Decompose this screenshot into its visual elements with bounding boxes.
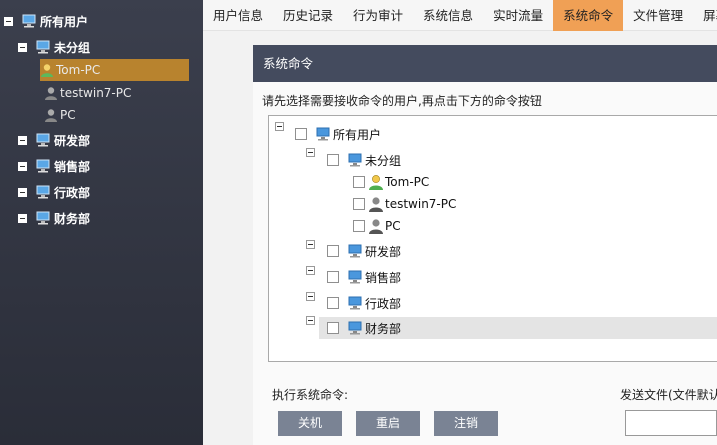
checkbox[interactable] xyxy=(327,297,339,309)
computer-icon xyxy=(316,127,330,141)
computer-icon xyxy=(348,296,362,310)
sidebar-group-sales[interactable]: 销售部 xyxy=(18,155,90,177)
tree-node-group[interactable]: 行政部 xyxy=(327,292,401,314)
tab-behavior-audit[interactable]: 行为审计 xyxy=(343,0,413,31)
checkbox[interactable] xyxy=(327,322,339,334)
send-file-label: 发送文件(文件默认 xyxy=(620,388,717,402)
main-content: 系统命令 请先选择需要接收命令的用户,再点击下方的命令按钮 所有用户 未分组 T xyxy=(203,31,717,445)
computer-icon xyxy=(348,321,362,335)
checkbox[interactable] xyxy=(327,154,339,166)
collapse-icon[interactable] xyxy=(4,16,13,26)
sidebar-user-testwin7[interactable]: testwin7-PC xyxy=(44,82,131,104)
user-offline-icon xyxy=(45,109,57,122)
tree-label: 财务部 xyxy=(365,321,402,336)
tab-realtime-traffic[interactable]: 实时流量 xyxy=(483,0,553,31)
sidebar-user-label: Tom-PC xyxy=(56,63,101,77)
computer-icon xyxy=(36,40,50,54)
tree-node-user[interactable]: PC xyxy=(353,215,401,237)
sidebar-group-rd[interactable]: 研发部 xyxy=(18,129,90,151)
user-online-icon xyxy=(369,175,383,190)
tree-node-group[interactable]: 研发部 xyxy=(327,240,401,262)
collapse-icon[interactable] xyxy=(306,240,315,249)
file-path-input[interactable] xyxy=(625,410,717,436)
sidebar-user-label: PC xyxy=(60,108,76,122)
collapse-icon[interactable] xyxy=(306,292,315,301)
logout-button[interactable]: 注销 xyxy=(434,411,498,436)
tab-system-info[interactable]: 系统信息 xyxy=(413,0,483,31)
computer-icon xyxy=(36,185,50,199)
tab-history[interactable]: 历史记录 xyxy=(273,0,343,31)
sidebar-group-label: 行政部 xyxy=(54,185,91,200)
sidebar-user-tom-pc[interactable]: Tom-PC xyxy=(40,59,189,81)
collapse-icon[interactable] xyxy=(275,122,284,131)
collapse-icon[interactable] xyxy=(18,161,27,171)
tree-node-group[interactable]: 销售部 xyxy=(327,266,401,288)
computer-icon xyxy=(348,270,362,284)
tree-label: 所有用户 xyxy=(333,127,382,142)
top-nav: 用户信息 历史记录 行为审计 系统信息 实时流量 系统命令 文件管理 屏幕监 xyxy=(203,0,717,31)
computer-icon xyxy=(22,14,36,28)
sidebar-group-ungrouped[interactable]: 未分组 xyxy=(18,36,90,58)
user-offline-icon xyxy=(45,87,57,100)
tree-label: 销售部 xyxy=(365,270,402,285)
user-online-icon xyxy=(41,64,53,77)
sidebar-group-label: 销售部 xyxy=(54,159,91,174)
sidebar-group-label: 研发部 xyxy=(54,133,91,148)
tree-label: 未分组 xyxy=(365,153,402,168)
command-panel: 系统命令 请先选择需要接收命令的用户,再点击下方的命令按钮 所有用户 未分组 T xyxy=(253,45,717,445)
tab-system-command[interactable]: 系统命令 xyxy=(553,0,624,31)
tree-node-ungrouped[interactable]: 未分组 xyxy=(327,149,401,171)
collapse-icon[interactable] xyxy=(18,135,27,145)
user-offline-icon xyxy=(369,197,383,212)
sidebar-group-label: 财务部 xyxy=(54,211,91,226)
collapse-icon[interactable] xyxy=(306,266,315,275)
collapse-icon[interactable] xyxy=(306,316,315,325)
tree-label: Tom-PC xyxy=(385,175,430,189)
tree-label: 研发部 xyxy=(365,244,402,259)
collapse-icon[interactable] xyxy=(18,42,27,52)
tree-node-root[interactable]: 所有用户 xyxy=(295,123,381,145)
sidebar-user-pc[interactable]: PC xyxy=(44,104,76,126)
collapse-icon[interactable] xyxy=(18,187,27,197)
checkbox[interactable] xyxy=(295,128,307,140)
checkbox[interactable] xyxy=(327,245,339,257)
computer-icon xyxy=(36,211,50,225)
sidebar: 所有用户 未分组 Tom-PC testwin7-PC PC 研发部 销售部 行… xyxy=(0,0,203,445)
tree-node-user[interactable]: Tom-PC xyxy=(353,171,429,193)
instruction-text: 请先选择需要接收命令的用户,再点击下方的命令按钮 xyxy=(262,94,542,108)
user-tree: 所有用户 未分组 Tom-PC testwin7-PC PC 研发部 销售部 行… xyxy=(268,115,717,362)
restart-button[interactable]: 重启 xyxy=(356,411,420,436)
collapse-icon[interactable] xyxy=(306,148,315,157)
computer-icon xyxy=(348,153,362,167)
tab-file-manager[interactable]: 文件管理 xyxy=(623,0,693,31)
checkbox[interactable] xyxy=(353,220,365,232)
tree-label: testwin7-PC xyxy=(385,197,457,211)
computer-icon xyxy=(36,133,50,147)
tree-label: PC xyxy=(385,219,401,233)
tree-node-group-selected[interactable]: 财务部 xyxy=(319,317,717,339)
tab-user-info[interactable]: 用户信息 xyxy=(203,0,273,31)
checkbox[interactable] xyxy=(353,198,365,210)
collapse-icon[interactable] xyxy=(18,213,27,223)
checkbox[interactable] xyxy=(327,271,339,283)
computer-icon xyxy=(348,244,362,258)
computer-icon xyxy=(36,159,50,173)
panel-title: 系统命令 xyxy=(253,45,717,82)
sidebar-group-finance[interactable]: 财务部 xyxy=(18,207,90,229)
sidebar-root-node[interactable]: 所有用户 xyxy=(4,10,88,32)
shutdown-button[interactable]: 关机 xyxy=(278,411,342,436)
tree-label: 行政部 xyxy=(365,296,402,311)
tree-node-user[interactable]: testwin7-PC xyxy=(353,193,456,215)
sidebar-group-admin[interactable]: 行政部 xyxy=(18,181,90,203)
user-offline-icon xyxy=(369,219,383,234)
tab-screen-monitor[interactable]: 屏幕监 xyxy=(693,0,717,31)
sidebar-user-label: testwin7-PC xyxy=(60,86,132,100)
sidebar-root-label: 所有用户 xyxy=(40,14,89,29)
checkbox[interactable] xyxy=(353,176,365,188)
exec-command-label: 执行系统命令: xyxy=(272,388,349,402)
sidebar-group-label: 未分组 xyxy=(54,40,91,55)
